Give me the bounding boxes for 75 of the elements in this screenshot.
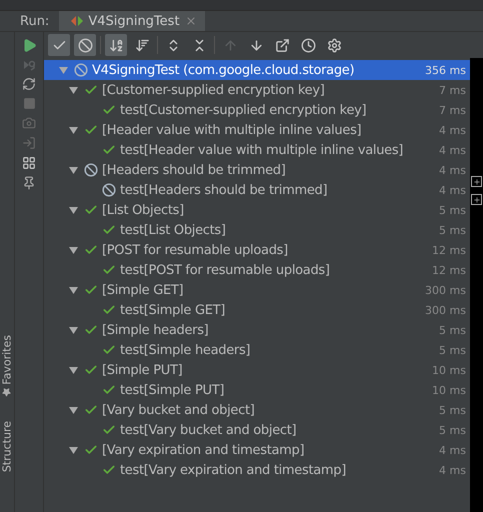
test-duration: 5 ms [439, 424, 466, 436]
test-name[interactable]: [Header value with multiple inline values] [102, 122, 440, 138]
test-duration: 10 ms [432, 384, 466, 396]
ignored-icon [78, 38, 92, 52]
expand-icon[interactable] [471, 194, 482, 205]
sort-alpha-icon [108, 38, 124, 52]
test-duration: 5 ms [439, 204, 466, 216]
test-duration: 5 ms [439, 224, 466, 236]
test-name[interactable]: test[Simple PUT] [120, 382, 432, 398]
tree-row[interactable]: V4SigningTest (com.google.cloud.storage) 356 ms [44, 60, 470, 80]
side-tab[interactable]: Favorites [0, 335, 14, 385]
test-duration: 4 ms [439, 464, 466, 476]
test-duration: 4 ms [439, 144, 466, 156]
test-duration: 5 ms [439, 344, 466, 356]
expand-triangle-icon[interactable] [68, 366, 78, 374]
expand-triangle-icon[interactable] [68, 446, 78, 454]
side-tab[interactable]: Structure [0, 420, 14, 472]
test-name[interactable]: test[Vary bucket and object] [120, 422, 440, 438]
ignored-button[interactable] [74, 34, 96, 56]
expand-triangle-icon[interactable] [68, 246, 78, 254]
test-name[interactable]: [Simple PUT] [102, 362, 432, 378]
expand-triangle-icon[interactable] [68, 326, 78, 334]
test-duration: 300 ms [425, 284, 466, 296]
test-duration: 5 ms [439, 404, 466, 416]
test-duration: 4 ms [439, 164, 466, 176]
export-icon [274, 38, 290, 52]
test-name[interactable]: [Simple GET] [102, 282, 426, 298]
run-tab[interactable]: V4SigningTest [59, 11, 205, 31]
sort-alpha-button[interactable] [105, 34, 127, 56]
test-name[interactable]: test[Header value with multiple inline values] [120, 142, 440, 158]
expand-triangle-icon[interactable] [68, 406, 78, 414]
star-icon [2, 388, 12, 397]
play-icon[interactable] [22, 38, 36, 53]
arrow-down-icon [248, 38, 264, 52]
test-name[interactable]: [POST for resumable uploads] [102, 242, 432, 258]
test-name[interactable]: test[List Objects] [120, 222, 440, 238]
test-name[interactable]: test[Vary expiration and timestamp] [120, 462, 440, 478]
test-name[interactable]: [List Objects] [102, 202, 440, 218]
expand-triangle-icon[interactable] [68, 86, 78, 94]
sort-icon [134, 38, 150, 52]
test-name[interactable]: [Customer-supplied encryption key] [102, 82, 440, 98]
test-name[interactable]: [Simple headers] [102, 322, 440, 338]
refresh-icon[interactable] [22, 77, 36, 91]
test-name[interactable]: test[Simple headers] [120, 342, 440, 358]
test-name[interactable]: [Vary bucket and object] [102, 402, 440, 418]
test-name[interactable]: [Headers should be trimmed] [102, 162, 440, 178]
clock-icon [300, 38, 316, 52]
test-name[interactable]: test[POST for resumable uploads] [120, 262, 432, 278]
test-name[interactable]: [Vary expiration and timestamp] [102, 442, 440, 458]
test-name: V4SigningTest (com.google.cloud.storage) [92, 62, 356, 78]
expand-triangle-icon[interactable] [68, 126, 78, 134]
test-name[interactable]: test[Customer-supplied encryption key] [120, 102, 440, 118]
run-label: Run: [19, 14, 50, 28]
expand-triangle-icon[interactable] [68, 166, 78, 174]
expand-triangle-icon[interactable] [68, 286, 78, 294]
test-duration: 10 ms [432, 364, 466, 376]
test-duration: 7 ms [439, 104, 466, 116]
test-duration: 12 ms [432, 244, 466, 256]
test-name[interactable]: test[Simple GET] [120, 302, 426, 318]
test-duration: 12 ms [432, 264, 466, 276]
expand-triangle-icon[interactable] [68, 206, 78, 214]
layout-icon[interactable] [22, 156, 36, 170]
check-button[interactable] [48, 34, 70, 56]
test-name[interactable]: test[Headers should be trimmed] [120, 182, 440, 198]
expand-icon[interactable] [471, 176, 482, 187]
test-duration: 4 ms [439, 124, 466, 136]
test-duration: 300 ms [425, 304, 466, 316]
settings-icon [326, 38, 342, 52]
test-duration: 4 ms [439, 184, 466, 196]
test-duration: 4 ms [439, 444, 466, 456]
test-duration: 5 ms [439, 324, 466, 336]
test-duration: 356 ms [425, 64, 466, 76]
test-duration: 7 ms [439, 84, 466, 96]
run-config-icon [71, 16, 84, 26]
pin-icon[interactable] [22, 176, 36, 190]
